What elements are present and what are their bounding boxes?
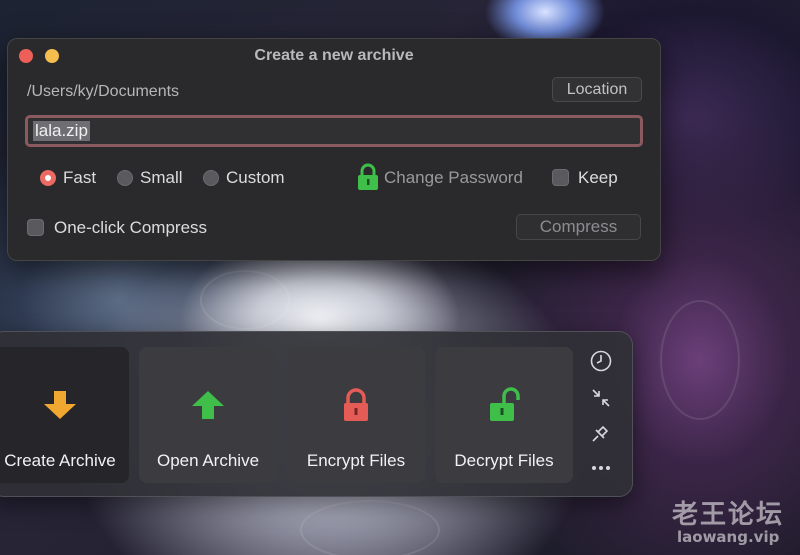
filename-input[interactable]: lala.zip xyxy=(25,115,643,147)
create-archive-dialog: Create a new archive /Users/ky/Documents… xyxy=(7,38,661,261)
radio-custom-label[interactable]: Custom xyxy=(226,167,285,189)
wallpaper-swirl xyxy=(660,300,740,420)
unlock-icon xyxy=(490,387,520,421)
tile-label: Decrypt Files xyxy=(454,451,554,470)
destination-path: /Users/ky/Documents xyxy=(27,83,180,100)
keep-label[interactable]: Keep xyxy=(578,167,618,189)
location-button[interactable]: Location xyxy=(552,77,642,102)
tile-label: Create Archive xyxy=(4,451,116,470)
more-icon[interactable] xyxy=(589,456,613,480)
lock-icon xyxy=(344,388,368,421)
dialog-title: Create a new archive xyxy=(254,47,414,64)
filename-value: lala.zip xyxy=(33,121,90,141)
wallpaper-swirl xyxy=(300,500,440,555)
radio-small-label[interactable]: Small xyxy=(140,167,183,189)
tile-label: Encrypt Files xyxy=(306,451,406,470)
keep-checkbox[interactable] xyxy=(552,169,569,186)
one-click-compress-label[interactable]: One-click Compress xyxy=(54,217,207,239)
encrypt-files-tile[interactable]: Encrypt Files xyxy=(287,347,425,483)
radio-custom[interactable] xyxy=(203,170,219,186)
lock-icon[interactable] xyxy=(357,163,379,191)
radio-fast[interactable] xyxy=(40,170,56,186)
watermark-text: 老王论坛 xyxy=(672,500,785,530)
open-archive-tile[interactable]: Open Archive xyxy=(139,347,277,483)
upload-arrow-icon xyxy=(192,391,224,419)
create-archive-tile[interactable]: Create Archive xyxy=(0,347,129,483)
wallpaper-swirl xyxy=(200,270,290,330)
radio-fast-label[interactable]: Fast xyxy=(63,167,96,189)
pin-icon[interactable] xyxy=(589,421,613,445)
decrypt-files-tile[interactable]: Decrypt Files xyxy=(435,347,573,483)
tile-label: Open Archive xyxy=(156,451,260,470)
one-click-compress-checkbox[interactable] xyxy=(27,219,44,236)
watermark-url: laowang.vip xyxy=(677,528,780,546)
radio-small[interactable] xyxy=(117,170,133,186)
main-toolbar-panel: Create Archive Open Archive Encrypt File… xyxy=(0,331,633,497)
change-password-link[interactable]: Change Password xyxy=(384,167,523,189)
compress-button[interactable]: Compress xyxy=(516,214,641,240)
download-arrow-icon xyxy=(44,391,76,419)
clock-icon[interactable] xyxy=(589,349,613,373)
collapse-icon[interactable] xyxy=(589,386,613,410)
